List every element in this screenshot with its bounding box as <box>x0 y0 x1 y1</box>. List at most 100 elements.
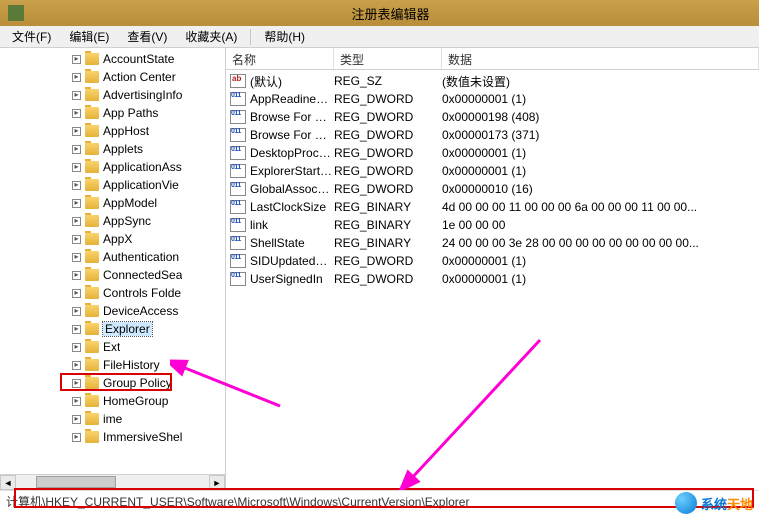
folder-icon <box>85 215 99 227</box>
main-area: ▸AccountState▸Action Center▸AdvertisingI… <box>0 48 759 490</box>
expand-icon[interactable]: ▸ <box>72 361 81 370</box>
tree-item-label: ImmersiveShel <box>103 430 182 444</box>
value-row[interactable]: Browse For Fol...REG_DWORD0x00000173 (37… <box>226 126 759 144</box>
tree-item-filehistory[interactable]: ▸ FileHistory <box>2 356 225 374</box>
value-row[interactable]: UserSignedInREG_DWORD0x00000001 (1) <box>226 270 759 288</box>
registry-tree[interactable]: ▸AccountState▸Action Center▸AdvertisingI… <box>0 48 225 448</box>
tree-scrollbar[interactable]: ◄ ► <box>0 474 225 490</box>
folder-icon <box>85 179 99 191</box>
header-type[interactable]: 类型 <box>334 48 442 69</box>
binary-value-icon <box>230 128 246 142</box>
expand-icon[interactable]: ▸ <box>72 199 81 208</box>
tree-item-label: Group Policy <box>103 376 172 390</box>
folder-icon <box>85 161 99 173</box>
folder-icon <box>85 197 99 209</box>
folder-icon <box>85 341 99 353</box>
expand-icon[interactable]: ▸ <box>72 397 81 406</box>
expand-icon[interactable]: ▸ <box>72 271 81 280</box>
app-icon <box>8 5 24 21</box>
expand-icon[interactable]: ▸ <box>72 145 81 154</box>
value-row[interactable]: GlobalAssocCh...REG_DWORD0x00000010 (16) <box>226 180 759 198</box>
tree-item-controls-folde[interactable]: ▸Controls Folde <box>2 284 225 302</box>
folder-icon <box>85 431 99 443</box>
expand-icon[interactable]: ▸ <box>72 235 81 244</box>
binary-value-icon <box>230 110 246 124</box>
tree-item-ime[interactable]: ▸ ime <box>2 410 225 428</box>
expand-icon[interactable]: ▸ <box>72 91 81 100</box>
tree-item-group-policy[interactable]: ▸ Group Policy <box>2 374 225 392</box>
folder-icon <box>85 359 99 371</box>
tree-item-label: Applets <box>103 142 143 156</box>
value-row[interactable]: LastClockSizeREG_BINARY4d 00 00 00 11 00… <box>226 198 759 216</box>
scroll-track[interactable] <box>16 475 209 490</box>
tree-item-apphost[interactable]: ▸AppHost <box>2 122 225 140</box>
tree-item-app-paths[interactable]: ▸App Paths <box>2 104 225 122</box>
expand-icon[interactable]: ▸ <box>72 343 81 352</box>
tree-item-explorer[interactable]: ▸Explorer <box>2 320 225 338</box>
value-type: REG_DWORD <box>334 92 442 106</box>
values-list[interactable]: (默认)REG_SZ(数值未设置)AppReadiness...REG_DWOR… <box>226 70 759 290</box>
tree-item-applicationass[interactable]: ▸ApplicationAss <box>2 158 225 176</box>
tree-item-label: ime <box>103 412 122 426</box>
string-value-icon <box>230 74 246 88</box>
value-name: AppReadiness... <box>250 92 334 106</box>
expand-icon[interactable]: ▸ <box>72 307 81 316</box>
tree-item-appx[interactable]: ▸ AppX <box>2 230 225 248</box>
tree-item-immersiveshel[interactable]: ▸ ImmersiveShel <box>2 428 225 446</box>
value-data: 0x00000173 (371) <box>442 128 759 142</box>
scroll-left-icon[interactable]: ◄ <box>0 475 16 490</box>
value-row[interactable]: ShellStateREG_BINARY24 00 00 00 3e 28 00… <box>226 234 759 252</box>
tree-item-ext[interactable]: ▸Ext <box>2 338 225 356</box>
tree-item-appmodel[interactable]: ▸ AppModel <box>2 194 225 212</box>
menu-view[interactable]: 查看(V) <box>119 26 175 47</box>
tree-item-accountstate[interactable]: ▸AccountState <box>2 50 225 68</box>
value-row[interactable]: (默认)REG_SZ(数值未设置) <box>226 72 759 90</box>
menu-help[interactable]: 帮助(H) <box>256 26 313 47</box>
binary-value-icon <box>230 146 246 160</box>
tree-item-label: FileHistory <box>103 358 160 372</box>
binary-value-icon <box>230 182 246 196</box>
menu-file[interactable]: 文件(F) <box>4 26 59 47</box>
menu-favorites[interactable]: 收藏夹(A) <box>177 26 245 47</box>
tree-item-deviceaccess[interactable]: ▸DeviceAccess <box>2 302 225 320</box>
expand-icon[interactable]: ▸ <box>72 109 81 118</box>
expand-icon[interactable]: ▸ <box>72 55 81 64</box>
tree-item-authentication[interactable]: ▸Authentication <box>2 248 225 266</box>
expand-icon[interactable]: ▸ <box>72 127 81 136</box>
expand-icon[interactable]: ▸ <box>72 163 81 172</box>
binary-value-icon <box>230 92 246 106</box>
tree-item-label: AppX <box>103 232 132 246</box>
tree-item-connectedsea[interactable]: ▸ConnectedSea <box>2 266 225 284</box>
value-row[interactable]: DesktopProcessREG_DWORD0x00000001 (1) <box>226 144 759 162</box>
value-row[interactable]: linkREG_BINARY1e 00 00 00 <box>226 216 759 234</box>
tree-item-action-center[interactable]: ▸Action Center <box>2 68 225 86</box>
folder-icon <box>85 53 99 65</box>
tree-item-applicationvie[interactable]: ▸ApplicationVie <box>2 176 225 194</box>
value-row[interactable]: ExplorerStartu...REG_DWORD0x00000001 (1) <box>226 162 759 180</box>
value-type: REG_DWORD <box>334 110 442 124</box>
folder-icon <box>85 377 99 389</box>
tree-item-advertisinginfo[interactable]: ▸AdvertisingInfo <box>2 86 225 104</box>
expand-icon[interactable]: ▸ <box>72 433 81 442</box>
expand-icon[interactable]: ▸ <box>72 415 81 424</box>
value-type: REG_DWORD <box>334 272 442 286</box>
header-name[interactable]: 名称 <box>226 48 334 69</box>
scroll-thumb[interactable] <box>36 476 116 488</box>
expand-icon[interactable]: ▸ <box>72 289 81 298</box>
expand-icon[interactable]: ▸ <box>72 325 81 334</box>
tree-item-homegroup[interactable]: ▸HomeGroup <box>2 392 225 410</box>
header-data[interactable]: 数据 <box>442 48 759 69</box>
value-row[interactable]: SIDUpdatedO...REG_DWORD0x00000001 (1) <box>226 252 759 270</box>
tree-item-label: AppModel <box>103 196 157 210</box>
expand-icon[interactable]: ▸ <box>72 73 81 82</box>
expand-icon[interactable]: ▸ <box>72 379 81 388</box>
expand-icon[interactable]: ▸ <box>72 181 81 190</box>
tree-item-appsync[interactable]: ▸AppSync <box>2 212 225 230</box>
expand-icon[interactable]: ▸ <box>72 217 81 226</box>
scroll-right-icon[interactable]: ► <box>209 475 225 490</box>
expand-icon[interactable]: ▸ <box>72 253 81 262</box>
menu-edit[interactable]: 编辑(E) <box>61 26 117 47</box>
tree-item-applets[interactable]: ▸ Applets <box>2 140 225 158</box>
value-row[interactable]: Browse For Fol...REG_DWORD0x00000198 (40… <box>226 108 759 126</box>
value-row[interactable]: AppReadiness...REG_DWORD0x00000001 (1) <box>226 90 759 108</box>
